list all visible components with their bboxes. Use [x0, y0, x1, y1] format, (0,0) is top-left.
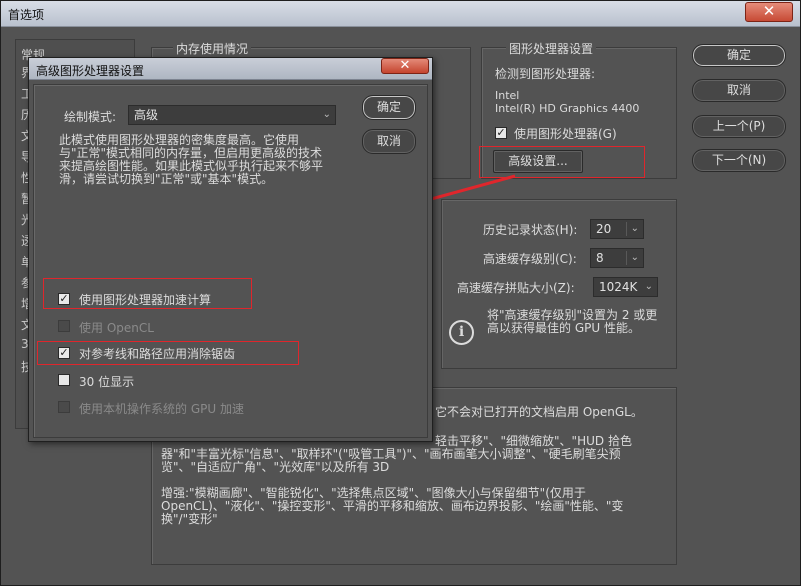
description-line-4: 览"、"自适应广角"、"光效库"以及所有 3D: [161, 460, 390, 474]
chevron-down-icon: ⌄: [644, 281, 653, 292]
cache-tile-size-label: 高速缓存拼贴大小(Z):: [457, 281, 575, 295]
30bit-display-checkbox[interactable]: [58, 374, 70, 386]
chevron-down-icon: ⌄: [322, 109, 331, 120]
chevron-down-icon: ⌄: [630, 252, 639, 263]
draw-mode-label: 绘制模式:: [64, 110, 117, 124]
gpu-compute-checkbox[interactable]: ✓: [58, 293, 70, 305]
opencl-label: 使用 OpenCL: [79, 321, 154, 335]
history-states-select[interactable]: 20 ⌄: [590, 219, 644, 239]
gpu-group-title: 图形处理器设置: [506, 40, 597, 57]
gpu-model: Intel(R) HD Graphics 4400: [495, 102, 640, 115]
info-icon: i: [449, 320, 474, 345]
antialias-guides-label: 对参考线和路径应用消除锯齿: [79, 347, 236, 361]
use-gpu-checkbox[interactable]: ✓: [495, 127, 507, 139]
cancel-button[interactable]: 取消: [692, 79, 786, 102]
dialog-title: 高级图形处理器设置: [36, 64, 145, 78]
dialog-cancel-button[interactable]: 取消: [362, 129, 416, 154]
memory-group-title: 内存使用情况: [173, 40, 252, 57]
opencl-checkbox[interactable]: [58, 320, 70, 332]
dialog-titlebar[interactable]: 高级图形处理器设置 ✕: [29, 58, 432, 80]
cache-tile-size-select[interactable]: 1024K ⌄: [593, 277, 658, 297]
description-line-7: 换"/"变形": [161, 512, 218, 526]
draw-mode-select[interactable]: 高级 ⌄: [128, 105, 336, 125]
cache-info-text-2: 高以获得最佳的 GPU 性能。: [487, 321, 640, 335]
gpu-vendor: Intel: [495, 89, 520, 102]
cache-tile-size-value: 1024K: [599, 280, 638, 294]
advanced-gpu-dialog: 高级图形处理器设置 ✕ 绘制模式: 高级 ⌄ 确定 取消 此模式使用图形处理器的…: [28, 57, 433, 442]
gpu-compute-label: 使用图形处理器加速计算: [79, 293, 212, 307]
window-titlebar[interactable]: 首选项 ✕: [1, 1, 800, 27]
window-title: 首选项: [8, 8, 45, 22]
close-icon[interactable]: ✕: [381, 58, 429, 74]
gpu-detected-label: 检测到图形处理器:: [495, 67, 596, 81]
ok-button[interactable]: 确定: [692, 44, 786, 67]
draw-mode-value: 高级: [134, 108, 159, 122]
use-gpu-label: 使用图形处理器(G): [514, 127, 617, 141]
history-states-value: 20: [596, 222, 612, 236]
description-line-1: 它不会对已打开的文档启用 OpenGL。: [435, 405, 643, 419]
chevron-down-icon: ⌄: [630, 223, 639, 234]
next-button[interactable]: 下一个(N): [692, 149, 786, 172]
cache-levels-label: 高速缓存级别(C):: [483, 252, 577, 266]
dialog-ok-button[interactable]: 确定: [362, 95, 416, 120]
draw-mode-description: 此模式使用图形处理器的密集度最高。它使用 与"正常"模式相同的内存量，但启用更高…: [59, 134, 359, 186]
cache-levels-select[interactable]: 8 ⌄: [590, 248, 644, 268]
native-os-gpu-label: 使用本机操作系统的 GPU 加速: [79, 402, 244, 416]
antialias-guides-checkbox[interactable]: ✓: [58, 347, 70, 359]
history-states-label: 历史记录状态(H):: [483, 223, 578, 237]
native-os-gpu-checkbox[interactable]: [58, 401, 70, 413]
description-line-6: OpenCL)、"液化"、"操控变形"、平滑的平移和缩放、画布边界投影、"绘画"…: [161, 499, 624, 513]
previous-button[interactable]: 上一个(P): [692, 115, 786, 138]
close-icon[interactable]: ✕: [745, 2, 793, 22]
description-line: 滑，请尝试切换到"正常"或"基本"模式。: [59, 172, 274, 186]
cache-levels-value: 8: [596, 251, 604, 265]
30bit-display-label: 30 位显示: [79, 375, 135, 389]
